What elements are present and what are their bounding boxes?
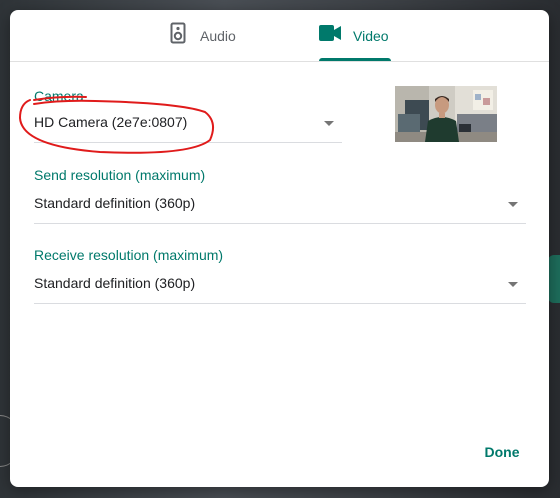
speaker-icon bbox=[170, 22, 186, 49]
done-button[interactable]: Done bbox=[472, 438, 532, 466]
receive-resolution-value: Standard definition (360p) bbox=[34, 275, 196, 291]
receive-resolution-select[interactable]: Standard definition (360p) bbox=[34, 271, 526, 304]
receive-resolution-label: Receive resolution (maximum) bbox=[34, 247, 224, 263]
tab-video-label: Video bbox=[353, 27, 389, 44]
camera-label: Camera bbox=[34, 88, 84, 104]
camera-preview bbox=[395, 86, 497, 142]
chevron-down-icon bbox=[508, 282, 518, 287]
background-control-button bbox=[548, 255, 560, 303]
active-tab-indicator bbox=[319, 58, 391, 61]
camera-select-value: HD Camera (2e7e:0807) bbox=[34, 114, 188, 130]
chevron-down-icon bbox=[324, 121, 334, 126]
send-resolution-select[interactable]: Standard definition (360p) bbox=[34, 191, 526, 224]
send-resolution-label: Send resolution (maximum) bbox=[34, 167, 206, 183]
chevron-down-icon bbox=[508, 202, 518, 207]
settings-dialog: Audio Video Camera HD Camera (2e7e:0807) bbox=[10, 10, 549, 487]
camera-select[interactable]: HD Camera (2e7e:0807) bbox=[34, 110, 342, 143]
tab-audio[interactable]: Audio bbox=[170, 10, 280, 61]
tab-video[interactable]: Video bbox=[319, 10, 391, 61]
send-resolution-value: Standard definition (360p) bbox=[34, 195, 196, 211]
video-camera-icon bbox=[319, 25, 341, 46]
tab-bar: Audio Video bbox=[10, 10, 549, 62]
tab-audio-label: Audio bbox=[200, 27, 236, 44]
